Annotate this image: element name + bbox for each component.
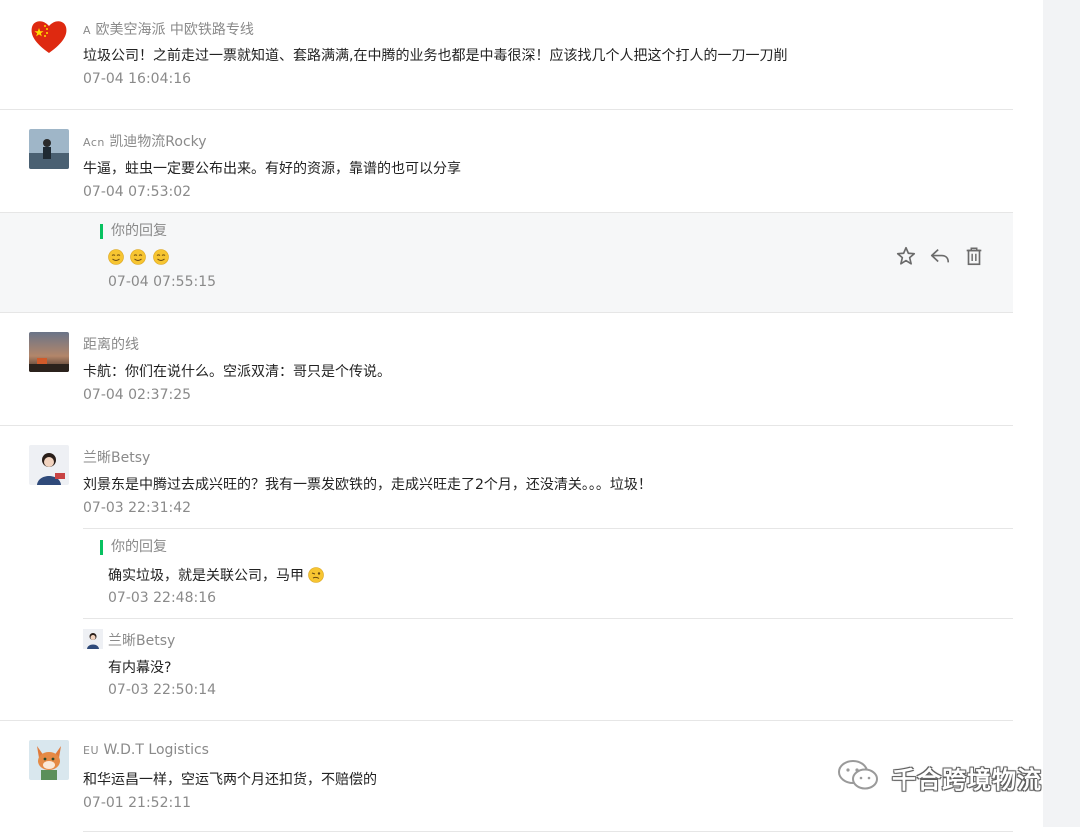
- heart-flag-icon: [29, 17, 69, 57]
- comment-time: 07-03 22:31:42: [83, 500, 192, 516]
- comment-nickname: EU W.D.T Logistics: [83, 742, 209, 758]
- watermark-text: 千合跨境物流: [892, 766, 1042, 794]
- smile-emoji-icon: [108, 249, 130, 266]
- comment-nickname: Acn 凯迪物流Rocky: [83, 134, 207, 150]
- trash-icon[interactable]: [963, 245, 985, 267]
- reply-text: 确实垃圾，就是关联公司，马甲: [108, 565, 326, 585]
- comment-time: 07-04 16:04:16: [83, 71, 192, 87]
- watermark: 千合跨境物流: [836, 744, 1046, 804]
- comment-text: 卡航：你们在说什么。空派双清：哥只是个传说。: [83, 364, 391, 380]
- comment-feed: A 欧美空海派 中欧铁路专线 垃圾公司！之前走过一票就知道、套路满满,在中腾的业…: [0, 0, 1013, 832]
- star-icon[interactable]: [895, 245, 917, 267]
- reply-icon[interactable]: [929, 245, 951, 267]
- comment-time: 07-04 07:53:02: [83, 184, 192, 200]
- comment-text: 垃圾公司！之前走过一票就知道、套路满满,在中腾的业务也都是中毒很深！应该找几个人…: [83, 48, 788, 64]
- woozy-emoji-icon: [304, 567, 326, 584]
- fox-avatar: [29, 740, 69, 780]
- comment-item: Acn 凯迪物流Rocky 牛逼，蛀虫一定要公布出来。有好的资源，靠谱的也可以分…: [0, 110, 1013, 313]
- dusk-landscape-avatar: [29, 332, 69, 372]
- person-seaside-avatar: [29, 129, 69, 169]
- reply-label: 你的回复: [100, 224, 167, 239]
- comment-nickname: 兰晰Betsy: [83, 450, 151, 466]
- woman-portrait-avatar: [29, 445, 69, 485]
- comment-text: 刘景东是中腾过去成兴旺的？我有一票发欧铁的，走成兴旺走了2个月，还没清关。。。垃…: [83, 477, 652, 493]
- comment-item: A 欧美空海派 中欧铁路专线 垃圾公司！之前走过一票就知道、套路满满,在中腾的业…: [0, 0, 1013, 110]
- reply-time: 07-04 07:55:15: [108, 274, 217, 290]
- reply-actions: [895, 245, 985, 267]
- author-reply: 你的回复 确实垃圾，就是关联公司，马甲 07-03 22:48:16: [83, 528, 1013, 618]
- comment-item: 距离的线 卡航：你们在说什么。空派双清：哥只是个传说。 07-04 02:37:…: [0, 313, 1013, 426]
- comment-time: 07-01 21:52:11: [83, 795, 192, 811]
- comment-item: 兰晰Betsy 刘景东是中腾过去成兴旺的？我有一票发欧铁的，走成兴旺走了2个月，…: [0, 426, 1013, 721]
- smile-emoji-icon: [130, 249, 152, 266]
- sub-reply-time: 07-03 22:50:14: [108, 682, 217, 698]
- comment-text: 牛逼，蛀虫一定要公布出来。有好的资源，靠谱的也可以分享: [83, 161, 461, 177]
- reply-time: 07-03 22:48:16: [108, 590, 217, 606]
- sub-reply: 兰晰Betsy 有内幕没? 07-03 22:50:14: [83, 618, 1013, 719]
- wechat-icon: [836, 758, 880, 796]
- reply-text: [108, 249, 171, 266]
- woman-portrait-avatar: [83, 629, 103, 649]
- comment-nickname: A 欧美空海派 中欧铁路专线: [83, 22, 254, 38]
- comment-time: 07-04 02:37:25: [83, 387, 192, 403]
- comment-nickname: 距离的线: [83, 337, 139, 353]
- right-gutter: [1043, 0, 1080, 827]
- comment-text: 和华运昌一样，空运飞两个月还扣货，不赔偿的: [83, 772, 377, 788]
- smile-emoji-icon: [153, 249, 171, 266]
- sub-reply-nickname: 兰晰Betsy: [108, 633, 176, 649]
- sub-reply-text: 有内幕没?: [108, 660, 172, 676]
- author-reply: 你的回复 07-04 07:55:15: [0, 212, 1013, 312]
- reply-label: 你的回复: [100, 540, 167, 555]
